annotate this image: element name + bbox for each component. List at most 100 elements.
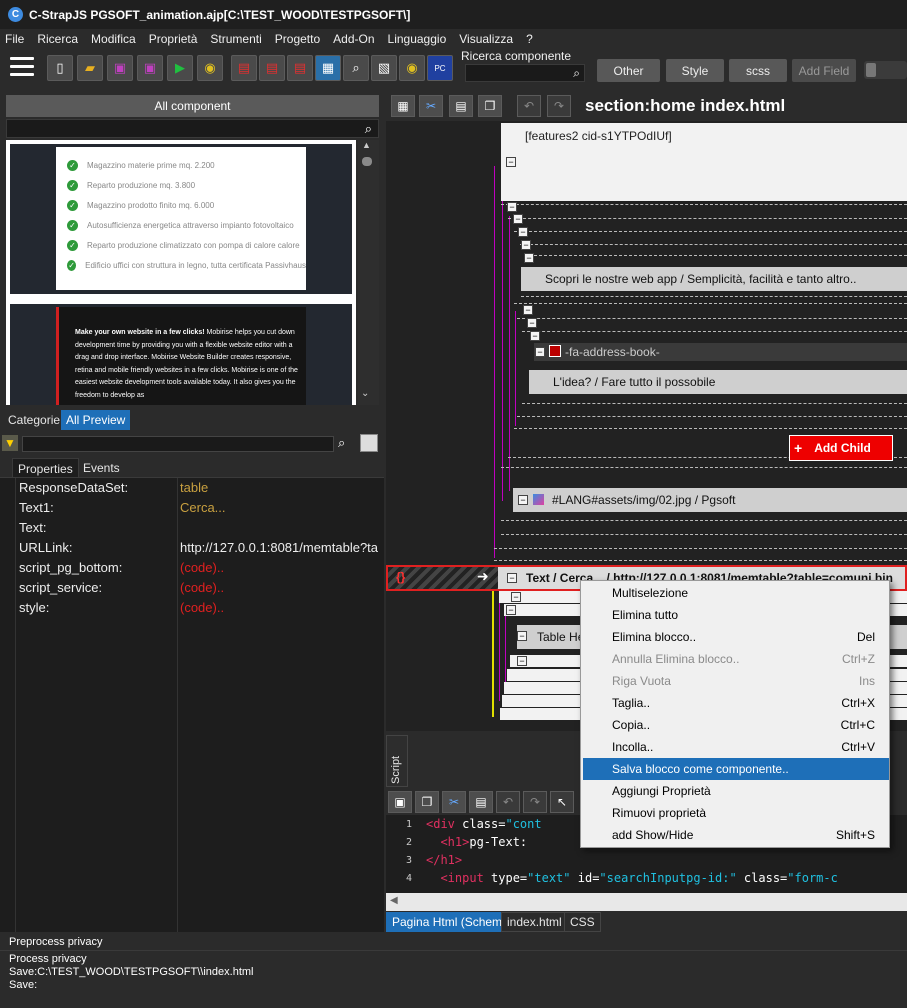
- menu-item-riga-vuota[interactable]: Riga Vuota Ins: [581, 670, 889, 692]
- tab-events[interactable]: Events: [78, 458, 125, 478]
- component-preview-list[interactable]: ✓ Magazzino materie prime mq. 2.200 ✓ Repa…: [6, 140, 356, 405]
- all-component-button[interactable]: All component: [6, 95, 379, 117]
- scroll-thumb[interactable]: [362, 157, 372, 166]
- tab-properties[interactable]: Properties: [12, 458, 79, 478]
- tab-pagina-html-schema[interactable]: Pagina Html (Schema): [386, 912, 519, 932]
- open-folder-icon[interactable]: ▰: [77, 55, 103, 81]
- menu-item-incolla[interactable]: Incolla.. Ctrl+V: [581, 736, 889, 758]
- collapse-icon[interactable]: −: [524, 253, 534, 263]
- property-row[interactable]: script_pg_bottom: (code)..: [0, 558, 384, 578]
- menu-item-taglia[interactable]: Taglia.. Ctrl+X: [581, 692, 889, 714]
- slider-knob[interactable]: [866, 63, 876, 77]
- property-filter-input[interactable]: [22, 436, 334, 452]
- menu-item-copia[interactable]: Copia.. Ctrl+C: [581, 714, 889, 736]
- menu-proprieta[interactable]: Proprietà: [149, 32, 198, 46]
- save-icon[interactable]: ▣: [107, 55, 133, 81]
- collapse-icon[interactable]: −: [506, 605, 516, 615]
- features-block[interactable]: [features2 cid-s1YTPOdIUf] −: [501, 123, 907, 201]
- tab-categorie[interactable]: Categorie: [3, 410, 66, 430]
- menu-item-salva-blocco[interactable]: Salva blocco come componente..: [583, 758, 889, 780]
- search-icon[interactable]: ⌕: [365, 121, 372, 137]
- cut-icon[interactable]: ✂: [442, 791, 466, 813]
- export-icon[interactable]: ▧: [371, 55, 397, 81]
- collapse-icon[interactable]: −: [518, 227, 528, 237]
- menu-item-add-show-hide[interactable]: add Show/Hide Shift+S: [581, 824, 889, 846]
- menu-item-annulla-elimina[interactable]: Annulla Elimina blocco.. Ctrl+Z: [581, 648, 889, 670]
- menu-modifica[interactable]: Modifica: [91, 32, 136, 46]
- grid-icon[interactable]: ▦: [391, 95, 415, 117]
- menu-visualizza[interactable]: Visualizza: [459, 32, 513, 46]
- property-value[interactable]: table: [180, 480, 380, 495]
- menu-help[interactable]: ?: [526, 32, 533, 46]
- chevron-down-icon[interactable]: ⌄: [361, 388, 369, 399]
- menu-ricerca[interactable]: Ricerca: [37, 32, 78, 46]
- preview-card-features[interactable]: ✓ Magazzino materie prime mq. 2.200 ✓ Repa…: [10, 144, 352, 294]
- collapse-icon[interactable]: −: [527, 318, 537, 328]
- collapse-icon[interactable]: −: [523, 305, 533, 315]
- paste-icon[interactable]: ▤: [469, 791, 493, 813]
- collapse-icon[interactable]: −: [530, 331, 540, 341]
- text-block-scopri[interactable]: Scopri le nostre web app / Semplicità, f…: [521, 267, 907, 291]
- run-icon[interactable]: ▶: [167, 55, 193, 81]
- collapse-icon[interactable]: −: [511, 592, 521, 602]
- tab-script[interactable]: Script: [386, 735, 408, 787]
- property-value[interactable]: (code)..: [180, 580, 380, 595]
- add-field-button[interactable]: Add Field: [792, 59, 856, 82]
- preview-scrollbar[interactable]: ▲ ⌄: [358, 140, 379, 405]
- add-child-button[interactable]: + Add Child: [789, 435, 893, 461]
- grid-view-icon[interactable]: ▦: [315, 55, 341, 81]
- chrome-icon[interactable]: ◉: [399, 55, 425, 81]
- property-value[interactable]: Cerca...: [180, 500, 380, 515]
- pc-icon[interactable]: PC: [427, 55, 453, 81]
- hamburger-menu-icon[interactable]: [10, 57, 34, 77]
- icon-block-address-book[interactable]: − -fa-address-book-: [534, 343, 907, 361]
- scss-button[interactable]: scss: [729, 59, 787, 82]
- text-block-idea[interactable]: L'idea? / Fare tutto il possobile: [529, 370, 907, 394]
- menu-item-multiselezione[interactable]: Multiselezione: [581, 582, 889, 604]
- menu-add-on[interactable]: Add-On: [333, 32, 374, 46]
- html-schema-tree[interactable]: [features2 cid-s1YTPOdIUf] − − − − − − S…: [386, 121, 907, 565]
- menu-strumenti[interactable]: Strumenti: [210, 32, 261, 46]
- menu-file[interactable]: File: [5, 32, 24, 46]
- document-icon[interactable]: ▤: [287, 55, 313, 81]
- collapse-icon[interactable]: −: [535, 347, 545, 357]
- property-row[interactable]: URLLink: http://127.0.0.1:8081/memtable?t…: [0, 538, 384, 558]
- scroll-left-icon[interactable]: ◀: [390, 895, 398, 906]
- collapse-icon[interactable]: −: [507, 202, 517, 212]
- collapse-icon[interactable]: −: [521, 240, 531, 250]
- menu-progetto[interactable]: Progetto: [275, 32, 320, 46]
- property-value[interactable]: (code)..: [180, 560, 380, 575]
- property-row[interactable]: script_service: (code)..: [0, 578, 384, 598]
- property-value[interactable]: (code)..: [180, 600, 380, 615]
- property-row[interactable]: ResponseDataSet: table: [0, 478, 384, 498]
- inspect-icon[interactable]: ⌕: [343, 55, 369, 81]
- filter-funnel-icon[interactable]: ▼: [2, 435, 18, 451]
- undo-icon[interactable]: ↶: [496, 791, 520, 813]
- property-row[interactable]: Text:: [0, 518, 384, 538]
- collapse-icon[interactable]: −: [518, 495, 528, 505]
- search-icon[interactable]: ⌕: [338, 435, 345, 451]
- menu-linguaggio[interactable]: Linguaggio: [388, 32, 447, 46]
- page-list-icon[interactable]: ▤: [259, 55, 285, 81]
- style-button[interactable]: Style: [666, 59, 724, 82]
- preview-card-mobirise[interactable]: Make your own website in a few clicks! M…: [10, 304, 352, 405]
- component-search-input[interactable]: ⌕: [465, 64, 585, 82]
- redo-icon[interactable]: ↷: [547, 95, 571, 117]
- search-icon[interactable]: ⌕: [573, 66, 580, 81]
- new-file-icon[interactable]: ▯: [47, 55, 73, 81]
- page-red-icon[interactable]: ▤: [231, 55, 257, 81]
- copy-icon[interactable]: ❐: [478, 95, 502, 117]
- collapse-icon[interactable]: −: [517, 656, 527, 666]
- menu-item-rimuovi-proprieta[interactable]: Rimuovi proprietà: [581, 802, 889, 824]
- image-picker-icon[interactable]: [360, 434, 378, 452]
- copy-icon[interactable]: ❐: [415, 791, 439, 813]
- menu-item-aggiungi-proprieta[interactable]: Aggiungi Proprietà: [581, 780, 889, 802]
- image-block[interactable]: − #LANG#assets/img/02.jpg / Pgsoft: [513, 488, 907, 512]
- collapse-icon[interactable]: −: [517, 631, 527, 641]
- tab-all-preview[interactable]: All Preview: [61, 410, 131, 430]
- zoom-slider[interactable]: [864, 61, 907, 79]
- code-horizontal-scrollbar[interactable]: ◀: [386, 893, 907, 911]
- redo-icon[interactable]: ↷: [523, 791, 547, 813]
- cut-icon[interactable]: ✂: [419, 95, 443, 117]
- menu-item-elimina-tutto[interactable]: Elimina tutto: [581, 604, 889, 626]
